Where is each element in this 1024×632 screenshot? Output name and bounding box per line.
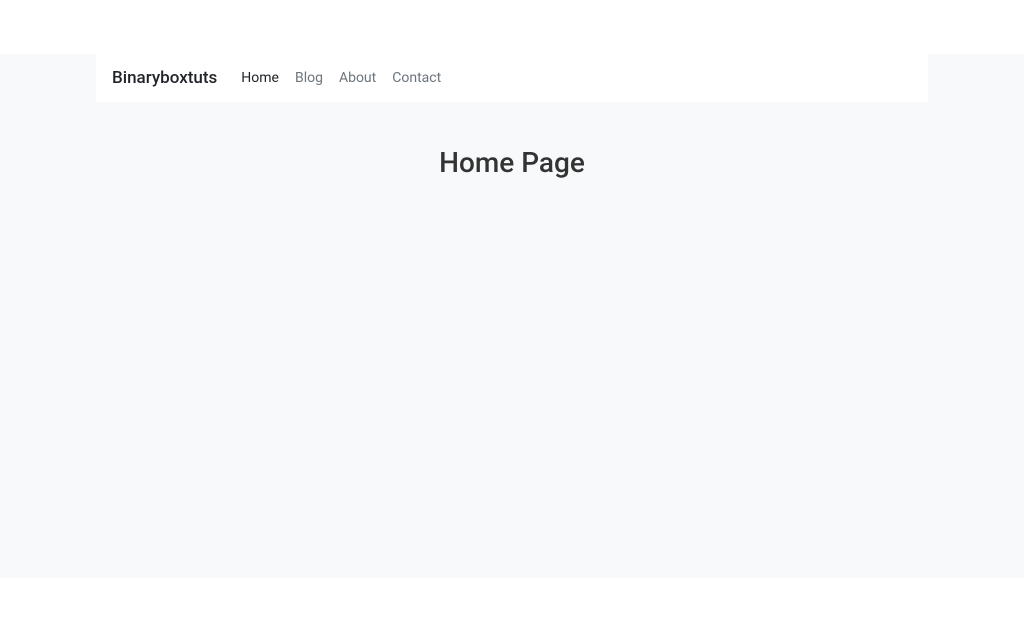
nav-link-blog[interactable]: Blog	[287, 66, 331, 90]
nav-link-home[interactable]: Home	[233, 66, 287, 90]
navbar: Binaryboxtuts Home Blog About Contact	[96, 54, 928, 102]
nav-links: Home Blog About Contact	[233, 66, 449, 90]
main-content: Home Page	[0, 102, 1024, 179]
nav-link-contact[interactable]: Contact	[384, 66, 449, 90]
page-background: Binaryboxtuts Home Blog About Contact Ho…	[0, 54, 1024, 578]
page-title: Home Page	[0, 146, 1024, 179]
brand-link[interactable]: Binaryboxtuts	[112, 68, 217, 88]
nav-link-about[interactable]: About	[331, 66, 384, 90]
